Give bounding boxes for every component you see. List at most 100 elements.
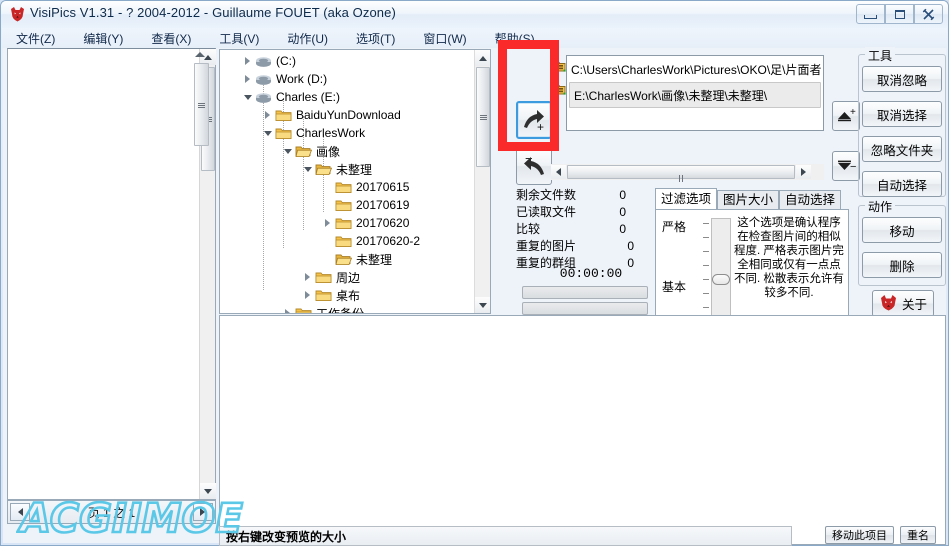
tree-scroll-up-button[interactable]: [475, 50, 490, 66]
tree-node-weizhengli-child[interactable]: 未整理: [220, 250, 490, 268]
scroll-down-arrow[interactable]: [200, 483, 216, 499]
stat-row: 剩余文件数 0: [516, 186, 656, 203]
page-next-button[interactable]: [192, 503, 213, 521]
tree-node-charleswork[interactable]: CharlesWork: [220, 124, 490, 142]
filter-help-text: 这个选项是确认程序在检查图片间的相似程度. 严格表示图片完全相同或仅有一点点不同…: [734, 217, 844, 299]
menu-edit[interactable]: 编辑(Y): [81, 29, 125, 48]
path-list-item-selected[interactable]: E:\CharlesWork\画像\未整理\未整理\: [569, 82, 821, 108]
menu-actions[interactable]: 动作(U): [285, 29, 330, 48]
duplicates-results-pane[interactable]: [219, 315, 946, 545]
tree-node-label: Work (D:): [276, 72, 328, 86]
stat-label: 剩余文件数: [516, 188, 577, 202]
title-bar[interactable]: VisiPics V1.31 - ? 2004-2012 - Guillaume…: [1, 1, 948, 28]
move-up-button[interactable]: +: [832, 101, 860, 131]
menu-window[interactable]: 窗口(W): [421, 29, 468, 48]
tree-node-20170619[interactable]: 20170619: [220, 196, 490, 214]
about-button[interactable]: 关于: [872, 290, 934, 317]
stat-label: 重复的图片: [516, 239, 577, 253]
drive-icon: [255, 90, 272, 104]
tree-outer-scroll-thumb[interactable]: [194, 63, 209, 146]
tree-node-20170620-2[interactable]: 20170620-2: [220, 232, 490, 250]
undo-ignore-button[interactable]: 取消忽略: [862, 66, 942, 92]
chevron-down-icon[interactable]: [282, 146, 293, 157]
move-down-button[interactable]: −: [832, 151, 860, 181]
menu-tools[interactable]: 工具(V): [217, 29, 261, 48]
slider-knob[interactable]: [712, 274, 730, 285]
tree-scroll-thumb[interactable]: [476, 67, 490, 167]
chevron-down-icon[interactable]: [302, 164, 313, 175]
ignore-folder-button[interactable]: 忽略文件夹: [862, 136, 942, 162]
tree-node-label: 20170620: [356, 216, 410, 230]
about-button-label: 关于: [901, 298, 927, 312]
tab-image-size[interactable]: 图片大小: [717, 190, 780, 210]
chevron-right-icon[interactable]: [322, 218, 333, 229]
chevron-right-icon[interactable]: [242, 74, 253, 85]
close-button[interactable]: [914, 4, 943, 24]
rename-button[interactable]: 重名: [900, 526, 936, 544]
drive-icon: [255, 54, 272, 68]
menu-help[interactable]: 帮助(S): [493, 29, 537, 48]
tab-auto-select[interactable]: 自动选择: [779, 190, 842, 210]
tree-scroll-up-arrow[interactable]: [193, 48, 207, 61]
chevron-right-icon[interactable]: [302, 272, 313, 283]
stat-row: 重复的图片 0: [516, 237, 656, 254]
hscroll-left-arrow[interactable]: [551, 165, 566, 179]
tree-node-work-d[interactable]: Work (D:): [220, 70, 490, 88]
tree-node-zhoubian[interactable]: 周边: [220, 268, 490, 286]
preview-pane[interactable]: [7, 48, 216, 500]
tree-node-charles-e[interactable]: Charles (E:): [220, 88, 490, 106]
menu-file[interactable]: 文件(Z): [14, 29, 57, 48]
move-button[interactable]: 移动: [862, 217, 942, 243]
minimize-button[interactable]: [856, 4, 885, 24]
svg-text:+: +: [537, 120, 544, 133]
hscroll-right-arrow[interactable]: [796, 165, 811, 179]
tree-scrollbar[interactable]: [474, 50, 490, 313]
chevron-right-icon[interactable]: [302, 290, 313, 301]
slider-label-basic: 基本: [662, 280, 687, 294]
tree-node-gongzuobeifen[interactable]: 工作备份: [220, 304, 490, 313]
delete-button[interactable]: 删除: [862, 252, 942, 278]
folder-icon: [275, 108, 292, 122]
tree-node-20170620[interactable]: 20170620: [220, 214, 490, 232]
remove-folder-button[interactable]: −: [516, 147, 552, 185]
elapsed-timer: 00:00:00: [559, 266, 623, 281]
tree-node-huaxiang[interactable]: 画像: [220, 142, 490, 160]
chevron-right-icon[interactable]: [242, 56, 253, 67]
folder-icon: [335, 198, 352, 212]
menu-view[interactable]: 查看(X): [149, 29, 193, 48]
add-folder-button[interactable]: +: [516, 101, 552, 139]
preview-canvas[interactable]: [9, 50, 214, 498]
tree-node-baiduyundownload[interactable]: BaiduYunDownload: [220, 106, 490, 124]
fox-icon: [9, 6, 26, 23]
tree-outer-scrollbar[interactable]: [193, 48, 211, 315]
tree-node-c[interactable]: (C:): [220, 52, 490, 70]
chevron-right-icon[interactable]: [282, 308, 293, 313]
maximize-button[interactable]: [885, 4, 914, 24]
tools-group: 工具 取消忽略 取消选择 忽略文件夹 自动选择: [858, 47, 946, 197]
tree-node-zhuobu[interactable]: 桌布: [220, 286, 490, 304]
page-prev-button[interactable]: [10, 503, 30, 521]
chevron-right-icon[interactable]: [262, 110, 273, 121]
tab-filter-options[interactable]: 过滤选项: [655, 188, 718, 210]
paths-hscroll-thumb[interactable]: [567, 165, 795, 200]
chevron-down-icon[interactable]: [242, 92, 253, 103]
search-folders-list[interactable]: C:\Users\CharlesWork\Pictures\OKO\足\片面者 …: [566, 55, 824, 131]
tree-node-weizhengli[interactable]: 未整理: [220, 160, 490, 178]
status-buttons: 移动此项目 重名: [825, 526, 936, 544]
tools-group-title: 工具: [865, 47, 896, 64]
stat-value: 0: [619, 187, 626, 202]
folder-tree[interactable]: (C:) Work (D:) Charles (E:) BaiduYunDown…: [219, 49, 491, 314]
paths-horizontal-scrollbar[interactable]: [551, 164, 824, 200]
tree-scroll-down-button[interactable]: [475, 297, 490, 313]
stat-row: 已读取文件 0: [516, 203, 656, 220]
tree-node-20170615[interactable]: 20170615: [220, 178, 490, 196]
menu-options[interactable]: 选项(T): [354, 29, 397, 48]
move-this-item-button[interactable]: 移动此项目: [825, 526, 894, 544]
deselect-button[interactable]: 取消选择: [862, 101, 942, 127]
path-list-item[interactable]: C:\Users\CharlesWork\Pictures\OKO\足\片面者 …: [567, 56, 823, 82]
chevron-down-icon[interactable]: [262, 128, 273, 139]
auto-select-button[interactable]: 自动选择: [862, 171, 942, 197]
